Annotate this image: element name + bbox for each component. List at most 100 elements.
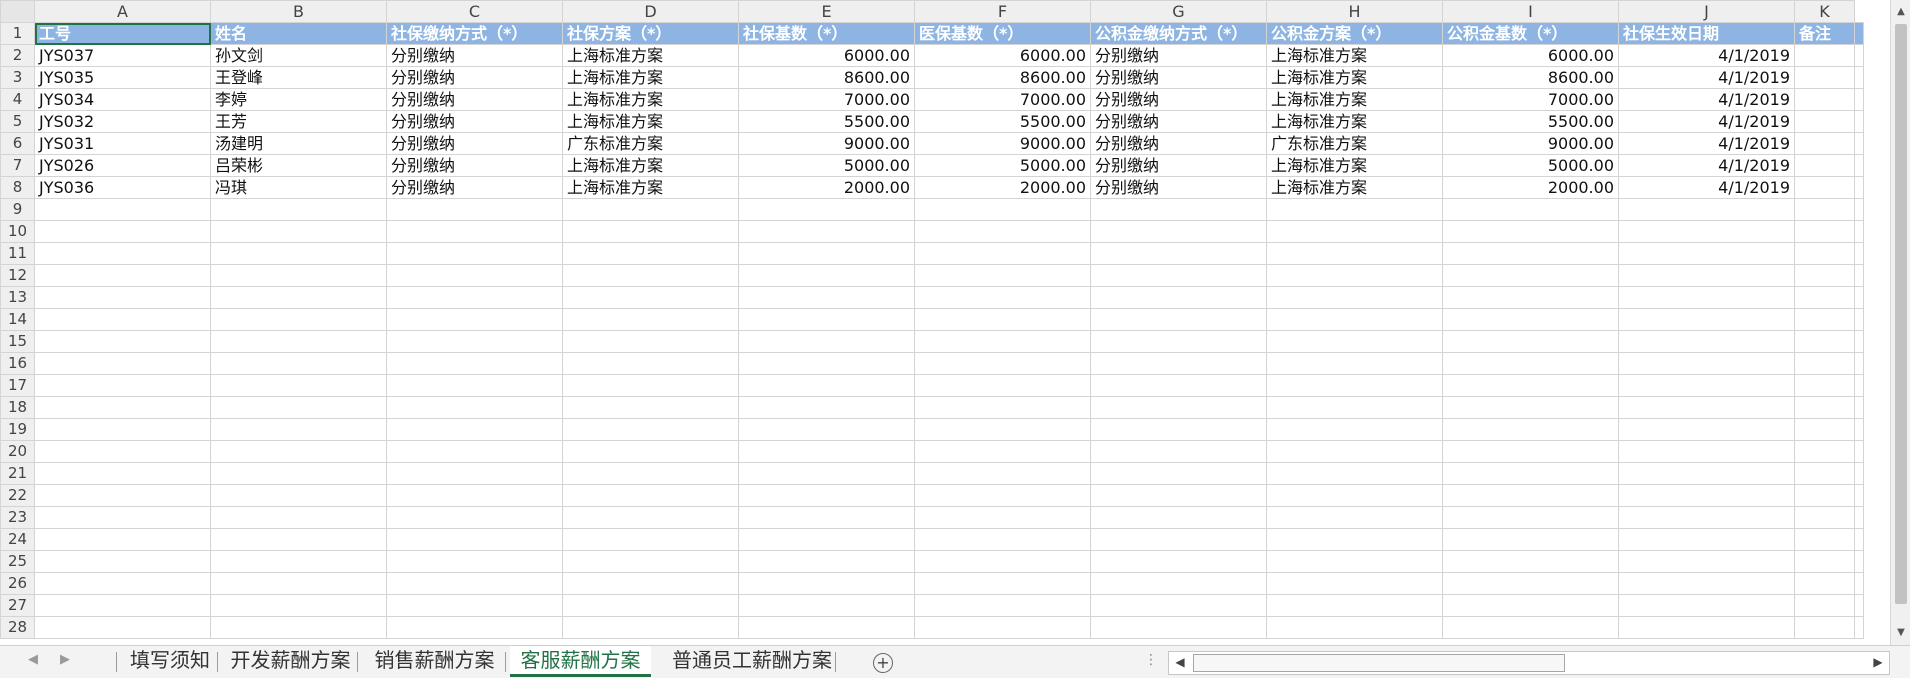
cell[interactable]: 分别缴纳 [1090,44,1267,67]
cell[interactable]: 上海标准方案 [562,176,739,199]
row-header[interactable]: 6 [0,132,35,155]
cell[interactable] [210,286,387,309]
column-title-cell[interactable]: 姓名 [210,22,387,45]
cell[interactable]: 5000.00 [914,154,1091,177]
cell[interactable] [1266,550,1443,573]
cell[interactable]: 7000.00 [914,88,1091,111]
cell[interactable] [1794,264,1855,287]
cell[interactable] [1794,66,1855,89]
cell[interactable]: 9000.00 [914,132,1091,155]
cell[interactable] [738,616,915,639]
cell[interactable] [562,484,739,507]
scroll-down-icon[interactable]: ▼ [1893,625,1909,641]
cell[interactable] [1794,286,1855,309]
cell[interactable] [1442,528,1619,551]
cell[interactable] [34,330,211,353]
column-title-cell[interactable]: 社保基数（*） [738,22,915,45]
cell[interactable] [1090,352,1267,375]
cell[interactable] [34,352,211,375]
cell[interactable] [1442,418,1619,441]
cell[interactable] [1266,418,1443,441]
cell[interactable] [1618,462,1795,485]
column-header-e[interactable]: E [738,0,915,23]
cell[interactable] [1794,110,1855,133]
row-header[interactable]: 7 [0,154,35,177]
cell[interactable]: 9000.00 [738,132,915,155]
cell[interactable] [914,198,1091,221]
cell[interactable] [1266,616,1443,639]
cell[interactable] [1794,594,1855,617]
cell[interactable] [738,462,915,485]
cell[interactable] [1442,484,1619,507]
row-header[interactable]: 18 [0,396,35,419]
cell[interactable] [1442,462,1619,485]
cell[interactable] [386,550,563,573]
cell[interactable] [1090,396,1267,419]
cell[interactable] [386,308,563,331]
cell[interactable] [1618,330,1795,353]
cell[interactable] [738,198,915,221]
cell[interactable] [1266,198,1443,221]
cell[interactable]: 7000.00 [1442,88,1619,111]
cell[interactable] [914,308,1091,331]
split-handle-icon[interactable]: ⋮ [1144,652,1158,668]
cell[interactable] [210,220,387,243]
cell[interactable]: 分别缴纳 [386,176,563,199]
cell[interactable] [386,396,563,419]
cell[interactable] [562,242,739,265]
cell[interactable] [386,484,563,507]
cell[interactable] [1266,506,1443,529]
cell[interactable]: 5500.00 [1442,110,1619,133]
cell[interactable] [1090,572,1267,595]
vertical-scroll-thumb[interactable] [1895,24,1907,604]
cell[interactable] [1618,418,1795,441]
cell[interactable] [914,330,1091,353]
cell[interactable] [1442,264,1619,287]
column-title-cell[interactable]: 社保方案（*） [562,22,739,45]
cell[interactable] [1442,550,1619,573]
cell[interactable]: 上海标准方案 [562,66,739,89]
cell[interactable] [1266,462,1443,485]
cell[interactable]: 分别缴纳 [1090,110,1267,133]
cell[interactable] [1442,572,1619,595]
cell[interactable] [34,572,211,595]
cell[interactable] [738,440,915,463]
cell[interactable] [1266,572,1443,595]
column-header-j[interactable]: J [1618,0,1795,23]
cell[interactable]: JYS034 [34,88,211,111]
cell[interactable] [914,396,1091,419]
cell[interactable] [1618,440,1795,463]
cell[interactable] [210,330,387,353]
cell[interactable]: 7000.00 [738,88,915,111]
cell[interactable] [1090,462,1267,485]
column-title-cell[interactable]: 备注 [1794,22,1855,45]
cell[interactable] [1618,308,1795,331]
cell[interactable]: 8600.00 [1442,66,1619,89]
cell[interactable] [1442,286,1619,309]
cell[interactable] [210,352,387,375]
cell[interactable] [386,462,563,485]
cell[interactable] [562,330,739,353]
cell[interactable]: 5500.00 [738,110,915,133]
cell[interactable] [738,506,915,529]
cell[interactable] [1618,616,1795,639]
cell[interactable] [1090,198,1267,221]
cell[interactable] [1618,264,1795,287]
row-header[interactable]: 14 [0,308,35,331]
cell[interactable]: 5000.00 [1442,154,1619,177]
cell[interactable]: 6000.00 [738,44,915,67]
cell[interactable] [562,550,739,573]
cell[interactable] [1618,572,1795,595]
cell[interactable] [914,550,1091,573]
cell[interactable] [1618,528,1795,551]
sheet-tab[interactable]: 普通员工薪酬方案 [655,646,849,674]
cell[interactable] [1442,616,1619,639]
cell[interactable]: 9000.00 [1442,132,1619,155]
cell[interactable] [386,198,563,221]
cell[interactable] [210,308,387,331]
cell[interactable] [1266,528,1443,551]
column-title-cell[interactable]: 公积金方案（*） [1266,22,1443,45]
cell[interactable] [1794,506,1855,529]
column-header-d[interactable]: D [562,0,739,23]
cell[interactable] [1090,528,1267,551]
